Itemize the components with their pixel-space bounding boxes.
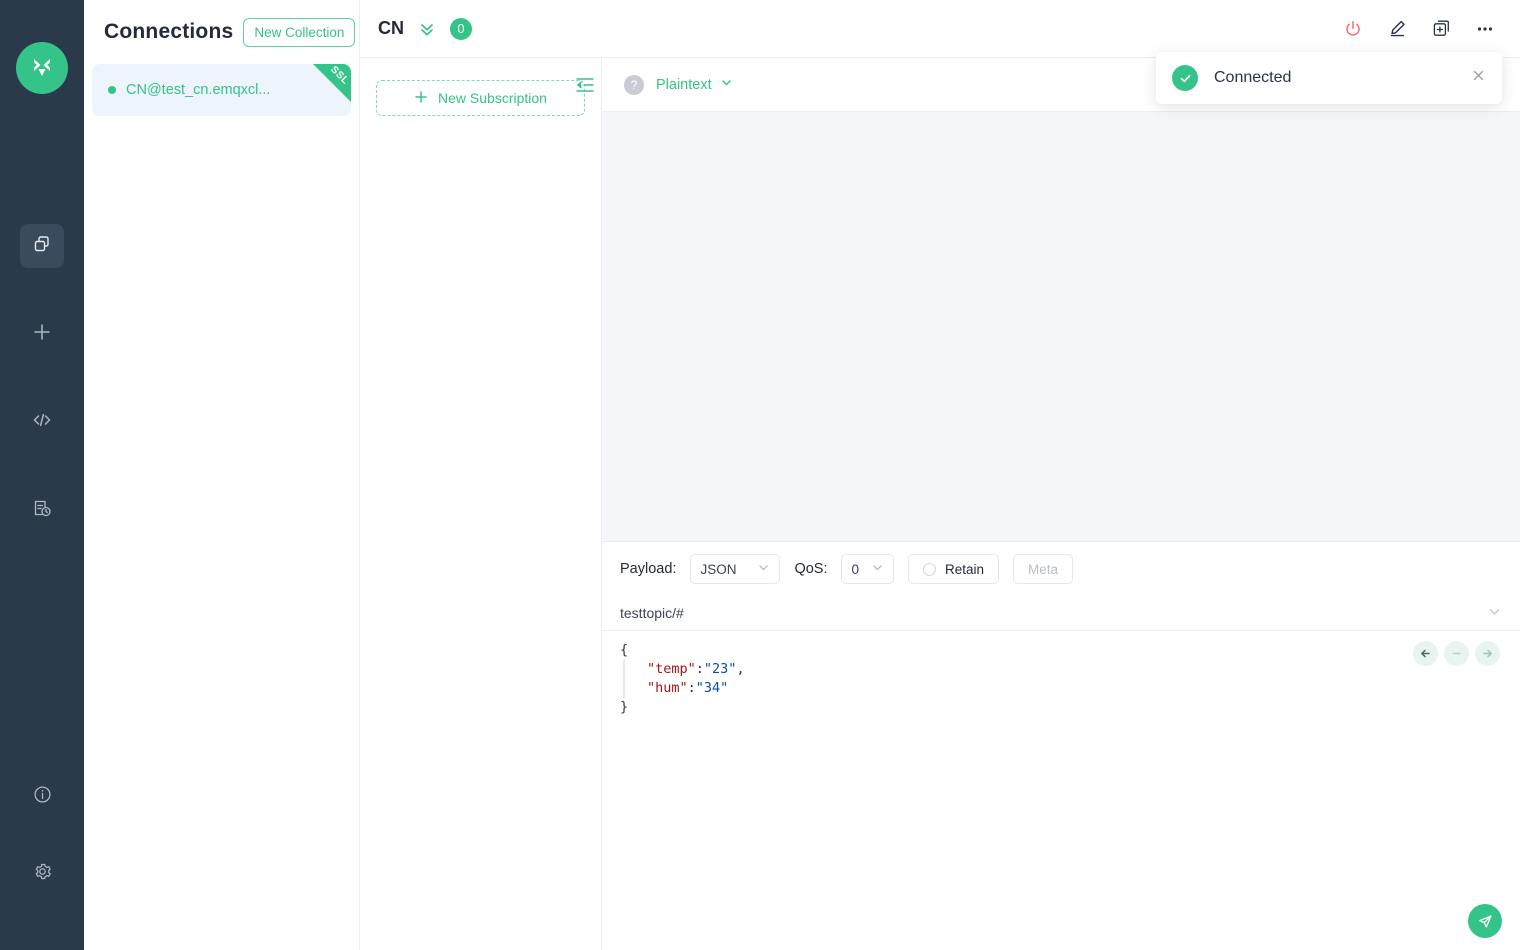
- workspace: New Subscription ? Plaintext Payload: JS…: [360, 58, 1520, 950]
- radio-icon: [923, 562, 936, 576]
- payload-format-value: Plaintext: [656, 76, 712, 93]
- qos-label: QoS:: [794, 561, 828, 577]
- send-button[interactable]: [1468, 904, 1502, 938]
- publish-topic-value: testtopic/#: [620, 605, 684, 621]
- chevron-down-icon: [720, 76, 733, 93]
- code-token: "34": [695, 680, 729, 696]
- payload-format-select[interactable]: Plaintext: [656, 76, 733, 93]
- chevron-down-icon: [757, 561, 770, 577]
- connections-panel: Connections New Collection CN@test_cn.em…: [84, 0, 360, 950]
- message-count-badge: 0: [450, 17, 472, 40]
- help-icon[interactable]: ?: [624, 74, 644, 95]
- mqttx-logo: [16, 42, 68, 94]
- message-pane: ? Plaintext Payload: JSON QoS: 0 Retain …: [576, 58, 1520, 950]
- app-window: Connections New Collection CN@test_cn.em…: [0, 0, 1520, 950]
- code-token: ,: [736, 661, 745, 677]
- connection-title: CN: [378, 18, 404, 38]
- rail-item-settings[interactable]: [20, 852, 64, 896]
- left-rail: [0, 0, 84, 950]
- code-token: "temp": [647, 661, 696, 677]
- connections-header: Connections New Collection: [84, 0, 359, 64]
- list-item[interactable]: CN@test_cn.emqxcl... SSL: [92, 64, 351, 116]
- publish-options-row: Payload: JSON QoS: 0 Retain Meta: [602, 542, 1520, 596]
- code-token: :: [695, 661, 704, 677]
- new-window-button[interactable]: [1428, 16, 1454, 42]
- publish-topic-row[interactable]: testtopic/#: [602, 596, 1520, 630]
- code-line: {: [620, 641, 1502, 660]
- history-prev-button[interactable]: [1413, 641, 1438, 666]
- log-history-icon: [32, 498, 52, 523]
- retain-label: Retain: [945, 561, 985, 577]
- new-collection-button[interactable]: New Collection: [243, 17, 356, 47]
- payload-label: Payload:: [620, 561, 677, 577]
- code-line: }: [620, 698, 1502, 717]
- code-token: :: [687, 680, 696, 696]
- disconnect-button[interactable]: [1340, 16, 1366, 42]
- check-circle-icon: [1172, 65, 1198, 91]
- plus-icon: [414, 90, 428, 107]
- toast-message: Connected: [1214, 69, 1292, 86]
- publish-editor[interactable]: {"temp":"23", "hum":"34"}: [602, 630, 1520, 950]
- chevron-down-icon[interactable]: [1487, 604, 1502, 622]
- close-icon[interactable]: [1471, 68, 1486, 88]
- meta-button[interactable]: Meta: [1013, 554, 1074, 584]
- toast-notification: Connected: [1156, 52, 1502, 104]
- publish-editor-code: {"temp":"23", "hum":"34"}: [620, 641, 1502, 717]
- header-actions: [1340, 16, 1498, 42]
- qos-value: 0: [851, 561, 859, 577]
- publish-panel: Payload: JSON QoS: 0 Retain Meta testtop…: [602, 541, 1520, 950]
- rail-item-log[interactable]: [20, 488, 64, 532]
- qos-select[interactable]: 0: [841, 554, 894, 584]
- info-icon: [32, 784, 53, 810]
- connections-icon: [32, 234, 52, 259]
- message-list[interactable]: [602, 112, 1520, 541]
- edit-connection-button[interactable]: [1384, 16, 1410, 42]
- code-line: "temp":"23",: [623, 660, 1502, 679]
- code-icon: [31, 409, 53, 436]
- status-dot: [108, 86, 116, 94]
- code-line: "hum":"34": [623, 679, 1502, 698]
- rail-item-connections[interactable]: [20, 224, 64, 268]
- connection-header: CN 0: [360, 0, 1520, 58]
- main-area: CN 0 New Subscription ? Plaintext Payloa…: [360, 0, 1520, 950]
- gear-icon: [32, 861, 53, 887]
- rail-item-about[interactable]: [20, 775, 64, 819]
- page-title: Connections: [104, 20, 234, 43]
- rail-nav: [20, 224, 64, 532]
- plus-icon: [31, 321, 53, 348]
- rail-item-new-connection[interactable]: [20, 312, 64, 356]
- code-token: {: [620, 642, 629, 658]
- publish-payload-select[interactable]: JSON: [690, 554, 781, 584]
- new-subscription-label: New Subscription: [438, 90, 547, 106]
- code-token: }: [620, 699, 629, 715]
- code-token: "23": [703, 661, 737, 677]
- rail-bottom-nav: [20, 775, 64, 950]
- code-token: "hum": [647, 680, 688, 696]
- rail-item-scripts[interactable]: [20, 400, 64, 444]
- connection-list: CN@test_cn.emqxcl... SSL: [84, 64, 359, 116]
- publish-payload-value: JSON: [700, 561, 737, 577]
- new-subscription-button[interactable]: New Subscription: [376, 80, 585, 116]
- history-next-button[interactable]: [1475, 641, 1500, 666]
- connection-name: CN@test_cn.emqxcl...: [126, 82, 271, 98]
- subscriptions-panel: New Subscription: [360, 58, 602, 950]
- chevron-down-icon: [871, 561, 884, 577]
- collapse-left-icon[interactable]: [575, 76, 595, 99]
- more-options-button[interactable]: [1472, 16, 1498, 42]
- history-clear-button[interactable]: [1444, 641, 1469, 666]
- double-chevron-down-icon[interactable]: [418, 20, 436, 38]
- history-nav: [1413, 641, 1500, 666]
- retain-toggle[interactable]: Retain: [908, 554, 1000, 584]
